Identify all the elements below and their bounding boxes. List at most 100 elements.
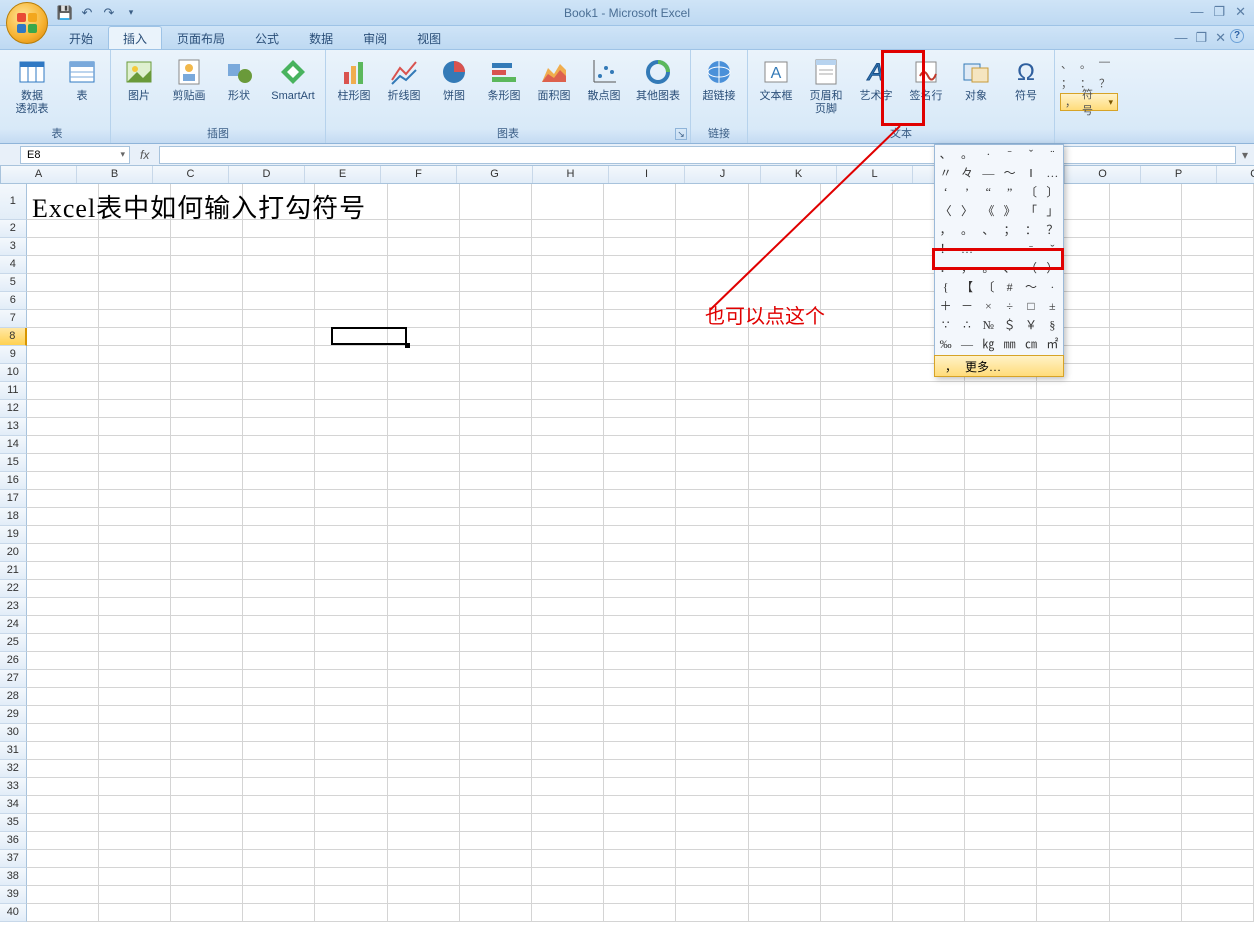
cell[interactable] [1182,778,1254,796]
cell[interactable] [243,400,315,418]
cell[interactable] [893,472,965,490]
cell[interactable] [676,688,748,706]
symbol-item[interactable]: # [999,278,1020,297]
cell[interactable] [532,526,604,544]
cell[interactable] [99,454,171,472]
cell[interactable] [676,580,748,598]
cell[interactable] [243,814,315,832]
qat-dropdown-icon[interactable]: ▾ [122,4,140,22]
cell[interactable] [1037,886,1109,904]
cell[interactable] [1110,238,1182,256]
cell[interactable] [99,850,171,868]
cell[interactable] [315,850,387,868]
cell[interactable] [1110,292,1182,310]
column-header[interactable]: B [77,166,153,183]
cell[interactable] [171,670,243,688]
cell[interactable] [821,814,893,832]
cell[interactable] [965,382,1037,400]
cell[interactable] [243,526,315,544]
cell[interactable] [388,184,460,220]
cell[interactable] [1182,598,1254,616]
cell[interactable] [821,454,893,472]
cell[interactable] [460,544,532,562]
cell[interactable] [171,256,243,274]
cell[interactable] [676,670,748,688]
cell[interactable] [315,598,387,616]
cell[interactable] [1182,472,1254,490]
cell[interactable] [388,238,460,256]
cell[interactable] [27,886,99,904]
cell[interactable] [676,346,748,364]
cell[interactable] [676,418,748,436]
cell[interactable] [821,580,893,598]
cell[interactable] [315,562,387,580]
cell[interactable] [1037,724,1109,742]
cell[interactable] [821,634,893,652]
cell[interactable] [604,328,676,346]
cell[interactable] [460,886,532,904]
cell[interactable] [1037,508,1109,526]
cell[interactable] [99,886,171,904]
row-header[interactable]: 15 [0,454,27,472]
cell[interactable] [532,310,604,328]
cell[interactable] [460,760,532,778]
cell[interactable] [460,490,532,508]
cell[interactable] [460,472,532,490]
cell[interactable] [532,544,604,562]
cell[interactable] [893,436,965,454]
cell[interactable] [604,742,676,760]
cell[interactable] [171,904,243,922]
cell[interactable] [893,832,965,850]
cell[interactable] [1037,400,1109,418]
cell[interactable] [532,238,604,256]
cell[interactable] [965,616,1037,634]
row-header[interactable]: 24 [0,616,27,634]
column-header[interactable]: E [305,166,381,183]
cell[interactable] [99,436,171,454]
cell[interactable] [27,562,99,580]
cell[interactable] [965,868,1037,886]
cell[interactable] [243,256,315,274]
cell[interactable] [388,598,460,616]
cell[interactable] [965,400,1037,418]
cell[interactable] [1110,256,1182,274]
cell[interactable] [1110,472,1182,490]
cell[interactable] [1110,220,1182,238]
cell[interactable] [99,760,171,778]
cell[interactable] [243,598,315,616]
symbols-more-button[interactable]: ， 更多… [934,355,1064,377]
row-header[interactable]: 36 [0,832,27,850]
cell[interactable] [171,778,243,796]
cell[interactable] [1182,382,1254,400]
symbol-item[interactable]: 》 [999,202,1020,221]
cell[interactable] [1182,526,1254,544]
row-header[interactable]: 22 [0,580,27,598]
cell[interactable] [893,724,965,742]
cell[interactable] [460,256,532,274]
cell[interactable] [27,364,99,382]
symbol-item[interactable]: ’ [956,183,977,202]
cell[interactable] [315,328,387,346]
cell[interactable] [532,598,604,616]
cell[interactable] [171,580,243,598]
cell[interactable] [1110,850,1182,868]
row-header[interactable]: 8 [0,328,27,346]
cell[interactable] [243,832,315,850]
cell[interactable] [1037,544,1109,562]
cell[interactable] [1182,724,1254,742]
cell[interactable] [821,670,893,688]
cell[interactable] [893,688,965,706]
cell[interactable] [1110,544,1182,562]
cell[interactable] [821,472,893,490]
cell[interactable] [27,238,99,256]
symbol-item[interactable]: 〉 [956,202,977,221]
cell[interactable] [1037,688,1109,706]
cell[interactable] [388,400,460,418]
cell[interactable] [99,418,171,436]
symbol-dropdown-button[interactable]: ， 符号 ▾ [1060,93,1118,111]
row-header[interactable]: 27 [0,670,27,688]
cell[interactable] [893,544,965,562]
cell[interactable] [315,472,387,490]
cell[interactable] [243,544,315,562]
cell[interactable] [243,886,315,904]
